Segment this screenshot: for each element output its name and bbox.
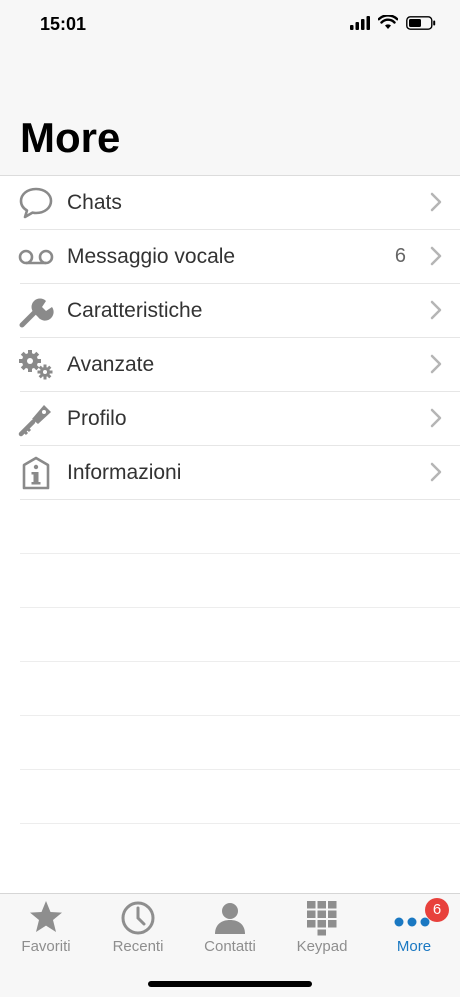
tab-label: Favoriti: [21, 938, 71, 955]
empty-row: [20, 500, 460, 554]
menu-item-label: Informazioni: [67, 460, 182, 484]
info-tag-icon: [18, 455, 54, 491]
wrench-icon: [18, 293, 54, 329]
status-icons: [350, 15, 436, 30]
empty-row: [20, 608, 460, 662]
gears-icon: [18, 347, 54, 383]
menu-item-voicemail[interactable]: Messaggio vocale 6: [18, 230, 460, 284]
menu-item-profilo[interactable]: Profilo: [18, 392, 460, 446]
chat-bubble-icon: [18, 185, 54, 221]
menu-item-avanzate[interactable]: Avanzate: [18, 338, 460, 392]
tab-label: Contatti: [204, 938, 256, 955]
header: More: [0, 50, 460, 176]
tab-recenti[interactable]: Recenti: [92, 894, 184, 964]
more-badge: 6: [425, 898, 449, 922]
menu-item-label: Avanzate: [67, 352, 155, 376]
status-time: 15:01: [40, 14, 87, 34]
star-icon: [30, 901, 62, 932]
keypad-icon: [307, 901, 337, 936]
menu-item-chats[interactable]: Chats: [18, 176, 460, 230]
signal-icon: [350, 15, 370, 30]
chevron-right-icon: [430, 246, 442, 271]
empty-row: [20, 554, 460, 608]
home-indicator[interactable]: [148, 981, 312, 987]
chevron-right-icon: [430, 462, 442, 487]
menu-item-label: Profilo: [67, 406, 127, 430]
chevron-right-icon: [430, 354, 442, 379]
chevron-right-icon: [430, 300, 442, 325]
menu-item-label: Messaggio vocale: [67, 244, 236, 268]
key-icon: [18, 401, 54, 437]
status-bar: 15:01: [0, 0, 460, 50]
menu-list: Chats Messaggio vocale 6 Caratteristiche: [0, 176, 460, 824]
tab-contatti[interactable]: Contatti: [184, 894, 276, 964]
wifi-icon: [378, 15, 398, 29]
chevron-right-icon: [430, 192, 442, 217]
voicemail-count: 6: [394, 245, 406, 267]
clock-icon: [121, 901, 155, 935]
voicemail-icon: [18, 239, 54, 275]
empty-row: [20, 716, 460, 770]
menu-item-caratteristiche[interactable]: Caratteristiche: [18, 284, 460, 338]
tab-label: Recenti: [112, 938, 164, 955]
menu-item-informazioni[interactable]: Informazioni: [20, 446, 460, 500]
person-icon: [215, 903, 245, 934]
page-title: More: [20, 114, 121, 161]
empty-row: [20, 770, 460, 824]
empty-row: [20, 662, 460, 716]
menu-item-label: Caratteristiche: [67, 298, 203, 322]
tab-favoriti[interactable]: Favoriti: [0, 894, 92, 964]
tab-keypad[interactable]: Keypad: [276, 894, 368, 964]
menu-item-label: Chats: [67, 190, 122, 214]
battery-icon: [406, 15, 436, 30]
chevron-right-icon: [430, 408, 442, 433]
tab-label: Keypad: [296, 938, 348, 955]
tab-label: More: [396, 938, 432, 955]
